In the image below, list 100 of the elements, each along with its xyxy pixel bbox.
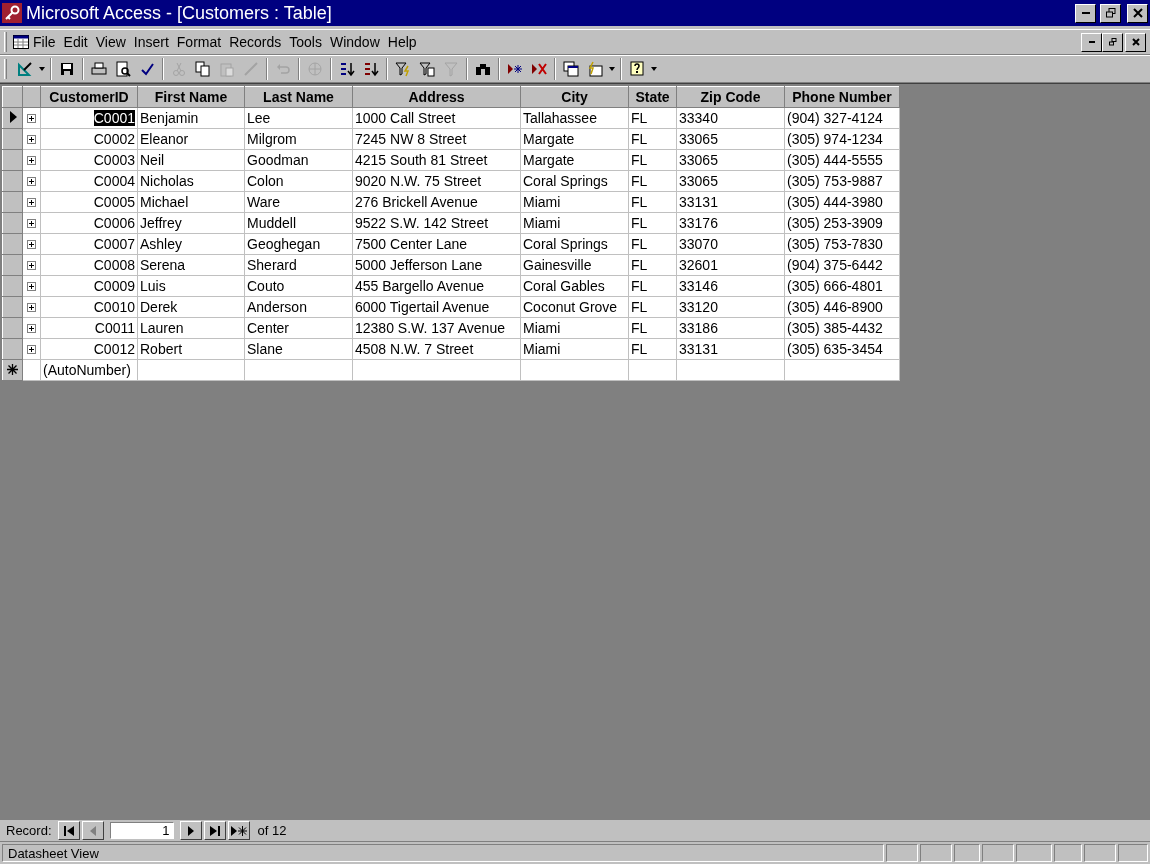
record-label: Record: [6,823,52,838]
column-header[interactable]: CustomerID [40,86,138,108]
table-cell: (305) 253-3909 [784,212,900,234]
window-icon [563,61,579,77]
table-cell: 276 Brickell Avenue [352,191,521,213]
table-cell: Lee [244,107,353,129]
help-icon [629,61,645,77]
table-cell: Miami [520,317,629,339]
table-cell: C0001 [40,107,138,129]
column-header[interactable]: State [628,86,677,108]
table-cell: Luis [137,275,245,297]
minimize-button[interactable] [1081,32,1102,52]
table-cell: 33131 [676,338,785,360]
table-cell: FL [628,317,677,339]
table-cell: Milgrom [244,128,353,150]
table-cell: FL [628,338,677,360]
menu-item[interactable]: Insert [129,34,173,50]
close-button[interactable] [1127,3,1148,23]
minimize-icon [1088,41,1095,43]
table-cell: (AutoNumber) [40,359,138,381]
menu-item[interactable]: Window [325,34,384,50]
column-header[interactable]: First Name [137,86,245,108]
menu-item[interactable]: Tools [285,34,326,50]
restore-button[interactable] [1100,3,1121,23]
table-cell: Margate [520,128,629,150]
table-cell: Miami [520,191,629,213]
table-cell: C0007 [40,233,138,255]
table-cell: C0005 [40,191,138,213]
column-header[interactable]: Last Name [244,86,353,108]
row-selector[interactable] [2,359,23,381]
table-cell: 33340 [676,107,785,129]
row-selector[interactable] [2,107,23,129]
menu-item[interactable]: File [29,34,60,50]
table-cell: C0011 [40,317,138,339]
table-cell: Sherard [244,254,353,276]
table-cell: (305) 753-7830 [784,233,900,255]
column-header[interactable]: Phone Number [784,86,900,108]
save-icon [59,61,75,77]
restore-button[interactable] [1102,32,1123,52]
menu-item[interactable]: Edit [59,34,92,50]
expand-icon [27,345,36,354]
filter-form-icon [419,61,435,77]
status-panel [886,844,918,862]
table-cell: FL [628,128,677,150]
table-cell: (305) 444-5555 [784,149,900,171]
brush-icon [243,61,259,77]
table-cell: Coral Gables [520,275,629,297]
print-icon [91,61,107,77]
table-cell: Gainesville [520,254,629,276]
record-number-field[interactable]: 1 [109,822,174,839]
close-icon [1131,38,1140,46]
table-cell: (305) 666-4801 [784,275,900,297]
table-cell: (305) 753-9887 [784,170,900,192]
new-record-button[interactable] [227,821,250,840]
expand-icon [27,114,36,123]
column-header[interactable]: Address [352,86,521,108]
table-cell: (305) 974-1234 [784,128,900,150]
close-button[interactable] [1125,32,1146,52]
new-record-icon [230,825,247,836]
menu-item[interactable]: View [91,34,130,50]
table-cell: FL [628,107,677,129]
column-header[interactable]: City [520,86,629,108]
table-cell: Center [244,317,353,339]
expand-icon [27,135,36,144]
table-cell: 33131 [676,191,785,213]
table-cell: (904) 327-4124 [784,107,900,129]
restore-icon [1108,38,1117,46]
table-cell: Miami [520,338,629,360]
menu-item[interactable]: Help [383,34,421,50]
table-cell: Slane [244,338,353,360]
table-cell: 33146 [676,275,785,297]
column-header[interactable]: Zip Code [676,86,785,108]
copy-icon [195,61,211,77]
first-record-button[interactable] [57,821,80,840]
select-all-button[interactable] [2,86,23,108]
table-cell: FL [628,191,677,213]
table-cell: Nicholas [137,170,245,192]
table-cell: C0004 [40,170,138,192]
table-cell: (305) 446-8900 [784,296,900,318]
delete-record-icon [531,61,547,77]
table-cell: Muddell [244,212,353,234]
sort-descending-icon [363,61,379,77]
table-cell: Margate [520,149,629,171]
asterisk-icon [7,364,18,375]
table-cell: 6000 Tigertail Avenue [352,296,521,318]
menu-item[interactable]: Records [225,34,286,50]
minimize-button[interactable] [1075,3,1096,23]
table-cell: FL [628,275,677,297]
caret-icon [39,67,45,71]
next-record-button[interactable] [179,821,202,840]
record-count: of 12 [257,823,287,838]
restore-icon [1105,8,1116,18]
table-cell: Colon [244,170,353,192]
table-cell: C0009 [40,275,138,297]
menu-item[interactable]: Format [172,34,226,50]
last-record-button[interactable] [203,821,226,840]
expand-icon [27,324,36,333]
datasheet-icon [13,34,29,50]
table-cell: Jeffrey [137,212,245,234]
status-panel [1054,844,1082,862]
